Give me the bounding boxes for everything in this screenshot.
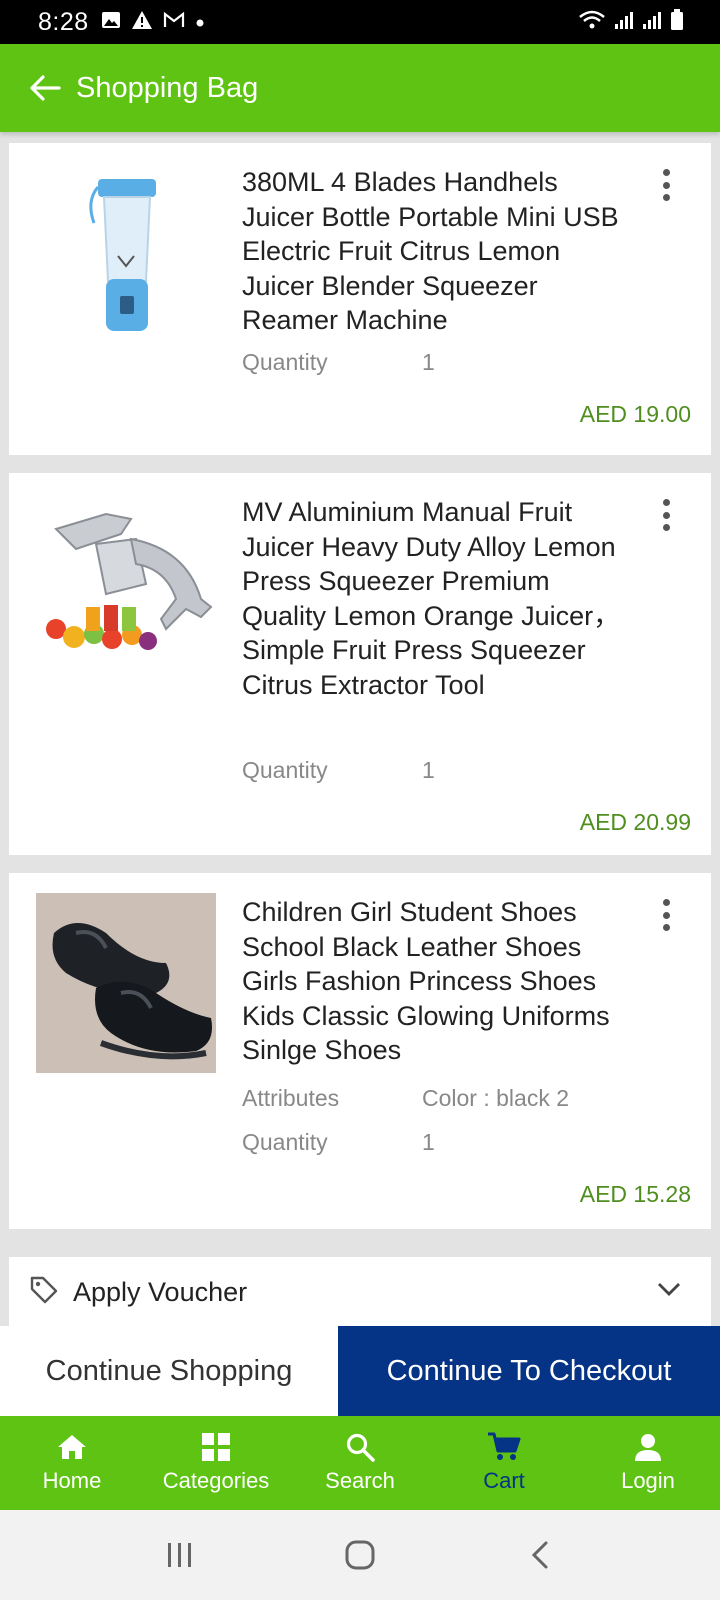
- page-title: Shopping Bag: [76, 71, 259, 104]
- back-button-icon[interactable]: [510, 1535, 570, 1575]
- apply-voucher-row[interactable]: Apply Voucher: [9, 1257, 711, 1327]
- quantity-value: 1: [422, 757, 435, 783]
- continue-shopping-button[interactable]: Continue Shopping: [0, 1326, 338, 1416]
- system-status-icons: [578, 8, 684, 36]
- product-title[interactable]: 380ML 4 Blades Handhels Juicer Bottle Po…: [242, 165, 632, 338]
- product-title[interactable]: Children Girl Student Shoes School Black…: [242, 895, 632, 1068]
- system-navigation-bar: [0, 1510, 720, 1600]
- cart-item[interactable]: 380ML 4 Blades Handhels Juicer Bottle Po…: [9, 143, 711, 455]
- product-image-blender[interactable]: [36, 161, 216, 341]
- nav-item-login[interactable]: Login: [576, 1416, 720, 1510]
- nav-label: Search: [325, 1468, 395, 1493]
- more-options-icon[interactable]: [661, 899, 671, 931]
- item-price: AED 20.99: [579, 809, 691, 835]
- signal-icon: [614, 10, 634, 35]
- item-price: AED 19.00: [579, 401, 691, 427]
- signal-icon-2: [642, 10, 662, 35]
- product-image-shoes[interactable]: [36, 893, 216, 1073]
- product-image-manual-juicer[interactable]: [36, 489, 216, 669]
- mail-icon: [163, 11, 185, 33]
- cart-icon: [487, 1432, 521, 1462]
- warning-icon: [131, 10, 153, 34]
- nav-item-cart[interactable]: Cart: [432, 1416, 576, 1510]
- wifi-icon: [578, 9, 606, 36]
- quantity-label: Quantity: [242, 757, 328, 783]
- shopping-bag-screen: 8:28 Shopping Bag 380ML 4 Blades Handhel…: [0, 0, 720, 1600]
- more-options-icon[interactable]: [661, 169, 671, 201]
- apply-voucher-label: Apply Voucher: [73, 1276, 248, 1307]
- chevron-down-icon[interactable]: [657, 1281, 681, 1302]
- search-icon: [345, 1432, 375, 1462]
- quantity-value: 1: [422, 1129, 435, 1155]
- cart-item[interactable]: MV Aluminium Manual Fruit Juicer Heavy D…: [9, 473, 711, 855]
- nav-item-search[interactable]: Search: [288, 1416, 432, 1510]
- attributes-label: Attributes: [242, 1085, 340, 1111]
- cart-item[interactable]: Children Girl Student Shoes School Black…: [9, 873, 711, 1229]
- dot-icon: [195, 12, 205, 32]
- more-options-icon[interactable]: [661, 499, 671, 531]
- quantity-label: Quantity: [242, 1129, 328, 1155]
- cart-action-bar: Continue Shopping Continue To Checkout: [0, 1326, 720, 1416]
- status-time: 8:28: [38, 7, 89, 36]
- nav-label: Cart: [483, 1468, 525, 1493]
- home-icon: [56, 1432, 88, 1462]
- grid-icon: [201, 1432, 231, 1462]
- person-icon: [633, 1432, 663, 1462]
- nav-item-home[interactable]: Home: [0, 1416, 144, 1510]
- checkout-button[interactable]: Continue To Checkout: [338, 1326, 720, 1416]
- status-bar: 8:28: [0, 0, 720, 44]
- nav-label: Categories: [162, 1468, 270, 1493]
- item-price: AED 15.28: [579, 1181, 691, 1207]
- app-bar: Shopping Bag: [0, 44, 720, 132]
- back-arrow-icon[interactable]: [28, 71, 62, 105]
- recent-apps-icon[interactable]: [150, 1535, 210, 1575]
- nav-label: Home: [42, 1468, 102, 1493]
- battery-icon: [670, 8, 684, 36]
- tag-icon: [29, 1275, 59, 1310]
- image-icon: [101, 11, 121, 33]
- notification-icons: [101, 10, 205, 34]
- quantity-value: 1: [422, 349, 435, 375]
- product-title[interactable]: MV Aluminium Manual Fruit Juicer Heavy D…: [242, 495, 632, 702]
- bottom-navigation: Home Categories Search Cart Login: [0, 1416, 720, 1510]
- attributes-value: Color : black 2: [422, 1085, 570, 1111]
- home-button-icon[interactable]: [330, 1535, 390, 1575]
- nav-item-categories[interactable]: Categories: [144, 1416, 288, 1510]
- nav-label: Login: [621, 1468, 675, 1493]
- quantity-label: Quantity: [242, 349, 328, 375]
